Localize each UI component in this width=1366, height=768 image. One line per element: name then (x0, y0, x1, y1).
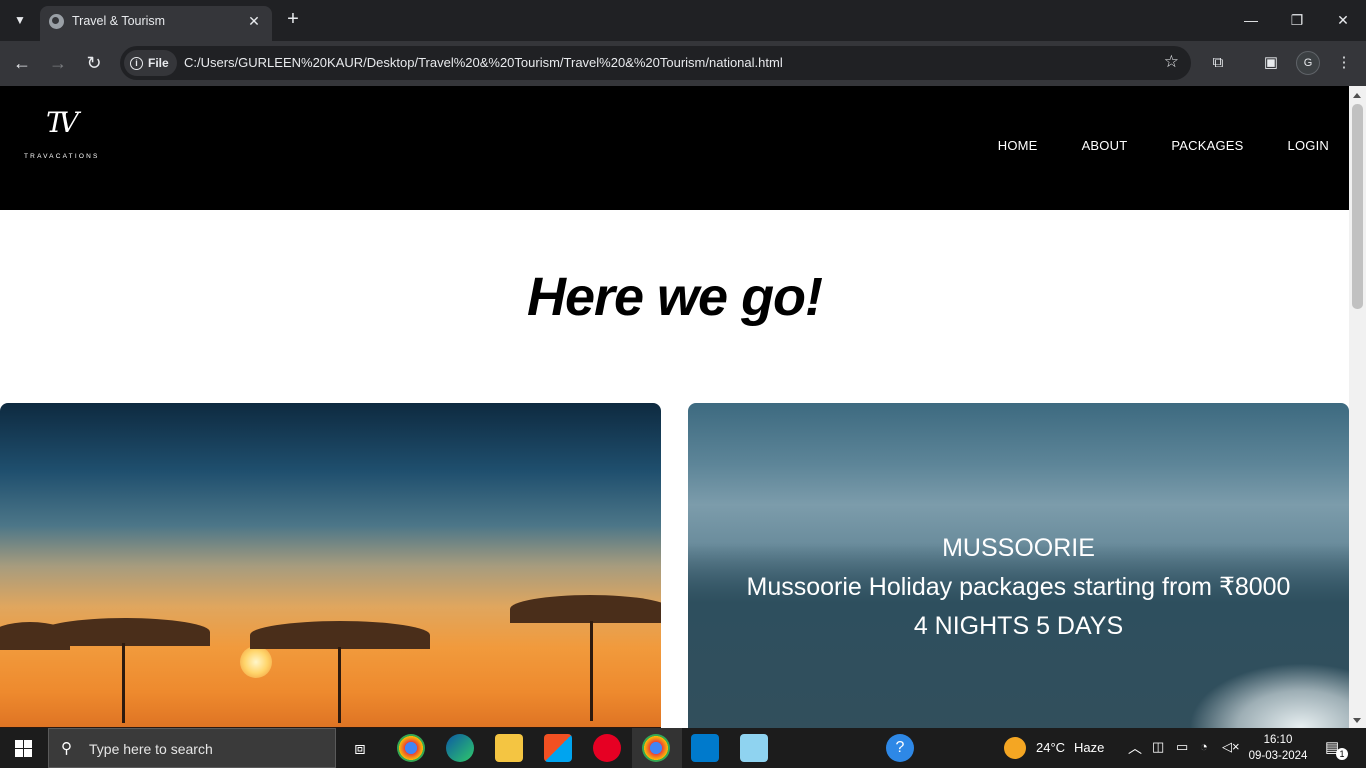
page-scrollbar[interactable] (1349, 86, 1366, 728)
wifi-icon[interactable]: ◔ (1200, 739, 1208, 754)
beach-umbrella-image (250, 621, 430, 649)
weather-desc[interactable]: Haze (1074, 740, 1104, 755)
chrome-icon[interactable] (397, 734, 425, 762)
microsoft-store-icon[interactable] (544, 734, 572, 762)
card-overlay-text: MUSSOORIE Mussoorie Holiday packages sta… (688, 529, 1349, 646)
clock-time: 16:10 (1263, 734, 1293, 746)
site-logo[interactable]: TV TRAVACATIONS (22, 106, 104, 162)
site-header: TV TRAVACATIONS HOME ABOUT PACKAGES LOGI… (0, 86, 1349, 210)
weather-temp[interactable]: 24°C (1036, 740, 1065, 755)
page-heading: Here we go! (526, 267, 823, 327)
nav-home-link[interactable]: HOME (998, 138, 1038, 153)
file-explorer-icon[interactable] (495, 734, 523, 762)
forward-arrow-icon[interactable]: → (46, 51, 70, 75)
windows-start-icon[interactable] (15, 740, 32, 757)
back-arrow-icon[interactable]: ← (10, 51, 34, 75)
nav-packages-link[interactable]: PACKAGES (1171, 138, 1243, 153)
card-title: MUSSOORIE (942, 534, 1095, 562)
info-icon: i (130, 56, 143, 70)
battery-icon[interactable]: ▭ (1176, 739, 1188, 755)
extensions-puzzle-icon[interactable]: ⧉ (1206, 51, 1230, 75)
beach-umbrella-image (510, 595, 661, 623)
edge-icon[interactable] (446, 734, 474, 762)
pinterest-icon[interactable] (593, 734, 621, 762)
task-view-icon[interactable]: ⧈ (346, 734, 374, 762)
page-viewport: TV TRAVACATIONS HOME ABOUT PACKAGES LOGI… (0, 86, 1349, 728)
help-icon[interactable]: ? (886, 734, 914, 762)
taskbar-search-placeholder: Type here to search (89, 741, 213, 757)
cloud-image (1189, 663, 1349, 728)
clock-date: 09-03-2024 (1248, 750, 1308, 762)
umbrella-pole-image (338, 647, 341, 723)
taskbar-clock[interactable]: 16:10 09-03-2024 (1246, 732, 1310, 764)
scroll-down-arrow-icon[interactable] (1353, 718, 1361, 723)
main-nav: HOME ABOUT PACKAGES LOGIN (998, 138, 1349, 153)
nav-about-link[interactable]: ABOUT (1082, 138, 1128, 153)
volume-muted-icon[interactable]: ◁× (1222, 739, 1240, 755)
logo-text: TRAVACATIONS (24, 153, 100, 160)
site-info-chip[interactable]: i File (124, 50, 177, 76)
browser-toolbar: ← → ↻ i File C:/Users/GURLEEN%20KAUR/Des… (0, 41, 1366, 86)
address-bar[interactable]: i File C:/Users/GURLEEN%20KAUR/Desktop/T… (120, 46, 1191, 80)
reload-icon[interactable]: ↻ (82, 51, 106, 75)
chrome-active-icon[interactable] (642, 734, 670, 762)
nav-login-link[interactable]: LOGIN (1288, 138, 1329, 153)
browser-tab[interactable]: Travel & Tourism ✕ (40, 6, 272, 41)
search-icon: ⚲ (61, 740, 72, 757)
package-card-beach[interactable] (0, 403, 661, 728)
package-card-mussoorie[interactable]: MUSSOORIE Mussoorie Holiday packages sta… (688, 403, 1349, 728)
vscode-icon[interactable] (691, 734, 719, 762)
meet-now-icon[interactable]: ◫ (1152, 739, 1164, 755)
url-text[interactable]: C:/Users/GURLEEN%20KAUR/Desktop/Travel%2… (184, 55, 783, 70)
card-price-line: Mussoorie Holiday packages starting from… (746, 573, 1291, 601)
beach-umbrella-image (40, 618, 210, 646)
windows-taskbar: ⚲ Type here to search ⧈ ? 24°C Haze ︿ ◫ … (0, 728, 1366, 768)
logo-mark: TV (46, 106, 79, 139)
bookmark-star-icon[interactable]: ☆ (1164, 52, 1179, 72)
tab-search-chevron-icon[interactable]: ▼ (8, 8, 32, 32)
side-panel-icon[interactable]: ▣ (1259, 51, 1283, 75)
sunset-sun-image (240, 646, 272, 678)
globe-icon (49, 14, 64, 29)
new-tab-button[interactable]: + (282, 8, 304, 32)
close-window-icon[interactable]: ✕ (1320, 6, 1366, 34)
scroll-up-arrow-icon[interactable] (1353, 93, 1361, 98)
profile-avatar[interactable]: G (1296, 51, 1320, 75)
tab-title: Travel & Tourism (72, 14, 166, 28)
notepad-icon[interactable] (740, 734, 768, 762)
weather-icon[interactable] (1004, 737, 1026, 759)
notification-count-badge: 1 (1336, 748, 1348, 760)
scroll-thumb[interactable] (1352, 104, 1363, 309)
umbrella-pole-image (590, 621, 593, 721)
card-duration-line: 4 NIGHTS 5 DAYS (913, 612, 1124, 640)
taskbar-search-box[interactable]: ⚲ Type here to search (48, 728, 336, 768)
minimize-window-icon[interactable]: — (1228, 6, 1274, 34)
umbrella-pole-image (122, 643, 125, 723)
site-info-label: File (148, 56, 169, 70)
tray-chevron-up-icon[interactable]: ︿ (1128, 738, 1142, 758)
kebab-menu-icon[interactable]: ⋮ (1332, 51, 1356, 75)
restore-window-icon[interactable]: ❐ (1274, 6, 1320, 34)
tab-close-icon[interactable]: ✕ (244, 11, 264, 31)
browser-tab-bar: ▼ Travel & Tourism ✕ + — ❐ ✕ (0, 0, 1366, 41)
